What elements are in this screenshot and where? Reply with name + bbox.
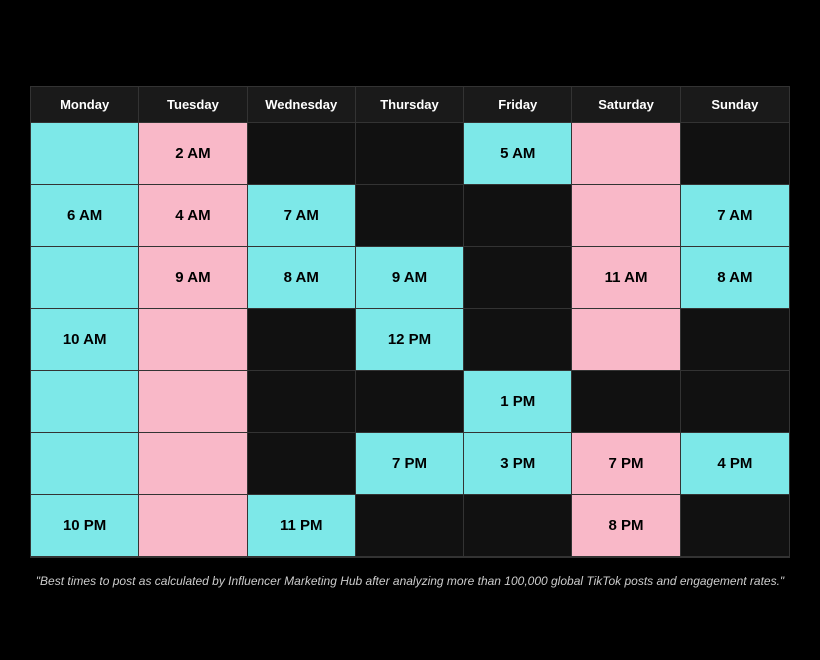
grid-cell (248, 123, 356, 185)
grid-cell (248, 371, 356, 433)
grid-cell (464, 309, 572, 371)
grid-cell: 7 AM (681, 185, 789, 247)
grid-cell (681, 309, 789, 371)
column-header-friday: Friday (464, 87, 572, 123)
grid-cell (139, 495, 247, 557)
grid-cell: 8 AM (681, 247, 789, 309)
schedule-grid: MondayTuesdayWednesdayThursdayFridaySatu… (30, 86, 790, 558)
grid-cell: 4 AM (139, 185, 247, 247)
grid-cell (139, 433, 247, 495)
grid-cell: 7 AM (248, 185, 356, 247)
grid-cell (681, 495, 789, 557)
grid-cell: 11 PM (248, 495, 356, 557)
grid-cell (31, 433, 139, 495)
page-container: MondayTuesdayWednesdayThursdayFridaySatu… (20, 48, 800, 611)
grid-cell (464, 495, 572, 557)
grid-cell (248, 433, 356, 495)
grid-cell (139, 309, 247, 371)
grid-cell (356, 123, 464, 185)
grid-cell (572, 309, 680, 371)
grid-cell (356, 185, 464, 247)
grid-body: 2 AM5 AM6 AM4 AM7 AM7 AM9 AM8 AM9 AM11 A… (31, 123, 789, 557)
footer-note: "Best times to post as calculated by Inf… (30, 572, 790, 591)
grid-cell: 6 AM (31, 185, 139, 247)
grid-cell (572, 123, 680, 185)
grid-cell (681, 123, 789, 185)
grid-cell: 10 PM (31, 495, 139, 557)
column-header-saturday: Saturday (572, 87, 680, 123)
grid-header-row: MondayTuesdayWednesdayThursdayFridaySatu… (31, 87, 789, 123)
column-header-sunday: Sunday (681, 87, 789, 123)
grid-cell (31, 371, 139, 433)
grid-cell (356, 495, 464, 557)
grid-cell (31, 247, 139, 309)
column-header-tuesday: Tuesday (139, 87, 247, 123)
grid-cell (248, 309, 356, 371)
grid-cell (464, 247, 572, 309)
grid-cell: 9 AM (139, 247, 247, 309)
grid-cell (572, 185, 680, 247)
column-header-thursday: Thursday (356, 87, 464, 123)
grid-cell (139, 371, 247, 433)
column-header-monday: Monday (31, 87, 139, 123)
grid-cell: 1 PM (464, 371, 572, 433)
grid-cell: 10 AM (31, 309, 139, 371)
grid-cell (681, 371, 789, 433)
grid-cell: 7 PM (572, 433, 680, 495)
grid-cell (572, 371, 680, 433)
grid-cell: 7 PM (356, 433, 464, 495)
grid-cell: 9 AM (356, 247, 464, 309)
grid-cell: 12 PM (356, 309, 464, 371)
grid-cell: 4 PM (681, 433, 789, 495)
grid-cell: 5 AM (464, 123, 572, 185)
column-header-wednesday: Wednesday (248, 87, 356, 123)
grid-cell: 8 AM (248, 247, 356, 309)
grid-cell (356, 371, 464, 433)
grid-cell (31, 123, 139, 185)
grid-cell: 3 PM (464, 433, 572, 495)
grid-cell (464, 185, 572, 247)
grid-cell: 8 PM (572, 495, 680, 557)
grid-cell: 11 AM (572, 247, 680, 309)
grid-cell: 2 AM (139, 123, 247, 185)
